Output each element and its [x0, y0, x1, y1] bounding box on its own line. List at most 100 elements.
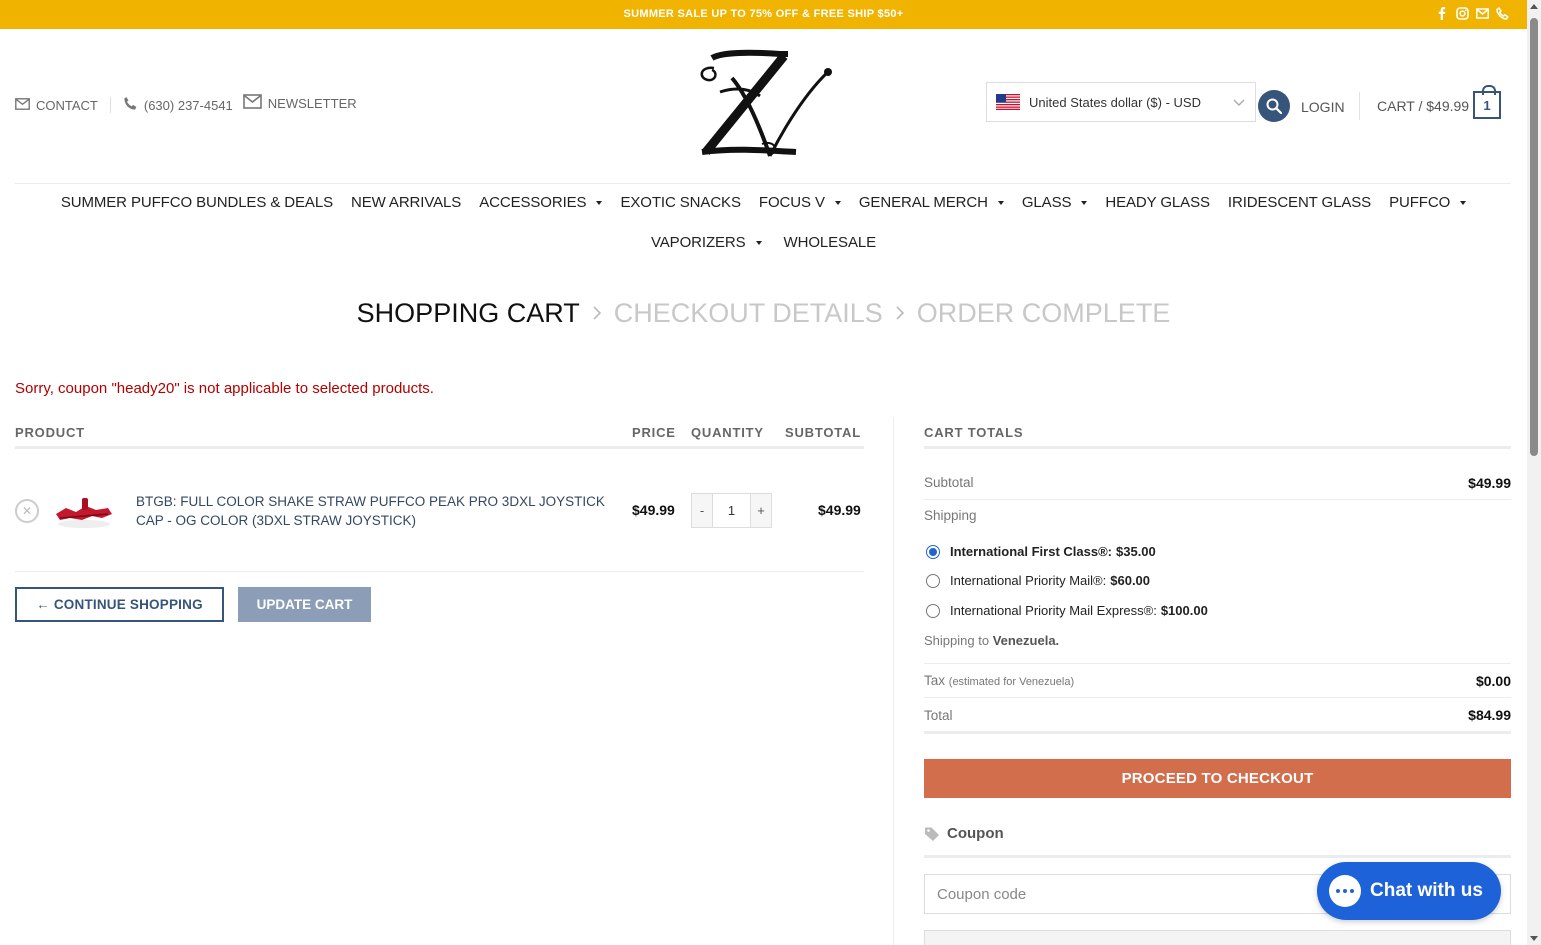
- shipping-option-priority-mail-express[interactable]: International Priority Mail Express®: $1…: [926, 603, 1208, 618]
- nav-item-new-arrivals[interactable]: NEW ARRIVALS: [342, 194, 470, 211]
- main-nav-row-2: VAPORIZERS WHOLESALE: [0, 234, 1527, 251]
- subtotal-label: Subtotal: [924, 475, 974, 490]
- product-thumbnail[interactable]: [52, 490, 116, 534]
- nav-item-focus-v[interactable]: FOCUS V: [750, 194, 850, 211]
- shipping-option-amount: $60.00: [1110, 573, 1151, 588]
- chat-label: Chat with us: [1370, 880, 1483, 901]
- facebook-icon[interactable]: [1435, 6, 1449, 20]
- quantity-increase-button[interactable]: +: [751, 494, 771, 527]
- radio-unselected[interactable]: [926, 603, 940, 618]
- nav-label: HEADY GLASS: [1105, 194, 1210, 211]
- promo-bar: SUMMER SALE UP TO 75% OFF & FREE SHIP $5…: [0, 0, 1527, 29]
- proceed-to-checkout-button[interactable]: PROCEED TO CHECKOUT: [924, 759, 1511, 798]
- site-logo[interactable]: [692, 48, 837, 163]
- apply-coupon-button[interactable]: [924, 930, 1511, 945]
- nav-item-heady-glass[interactable]: HEADY GLASS: [1096, 194, 1219, 211]
- item-subtotal: $49.99: [818, 502, 861, 518]
- nav-item-vaporizers[interactable]: VAPORIZERS: [642, 234, 771, 251]
- step-checkout-details[interactable]: CHECKOUT DETAILS: [614, 298, 883, 329]
- nav-item-glass[interactable]: GLASS: [1013, 194, 1097, 211]
- table-row-divider: [15, 571, 864, 572]
- nav-label: GLASS: [1021, 194, 1072, 211]
- header-divider: [15, 183, 1511, 184]
- nav-label: SUMMER PUFFCO BUNDLES & DEALS: [60, 194, 333, 211]
- search-button[interactable]: [1258, 90, 1290, 122]
- cart-totals-title: CART TOTALS: [924, 425, 1024, 440]
- caret-down-icon: [1460, 200, 1467, 205]
- cart-link[interactable]: CART / $49.99: [1377, 98, 1469, 114]
- shipping-destination: Shipping to Venezuela.: [924, 633, 1059, 648]
- col-header-price: PRICE: [632, 425, 676, 440]
- divider: [924, 731, 1511, 734]
- total-value: $84.99: [1468, 707, 1511, 723]
- subtotal-value: $49.99: [1468, 475, 1511, 491]
- shipping-option-first-class[interactable]: International First Class®: $35.00: [926, 544, 1156, 559]
- col-header-product: PRODUCT: [15, 425, 85, 440]
- email-icon[interactable]: [1475, 6, 1489, 20]
- instagram-icon[interactable]: [1455, 6, 1469, 20]
- header-contact-links: CONTACT (630) 237-4541 NEWSLETTER: [15, 94, 357, 114]
- login-link[interactable]: LOGIN: [1301, 99, 1345, 115]
- divider: [109, 97, 111, 113]
- newsletter-link[interactable]: NEWSLETTER: [242, 94, 357, 112]
- nav-item-accessories[interactable]: ACCESSORIES: [470, 194, 611, 211]
- remove-item-button[interactable]: ✕: [15, 499, 39, 523]
- chat-widget-button[interactable]: Chat with us: [1317, 862, 1501, 920]
- nav-label: VAPORIZERS: [650, 234, 746, 251]
- col-header-subtotal: SUBTOTAL: [785, 425, 861, 440]
- update-cart-button[interactable]: UPDATE CART: [238, 587, 371, 622]
- shipping-option-name: International Priority Mail®:: [950, 573, 1107, 588]
- scroll-down-icon[interactable]: [1530, 936, 1538, 941]
- quantity-input[interactable]: 1: [712, 494, 751, 527]
- caret-down-icon: [596, 200, 603, 205]
- tax-note: (estimated for Venezuela): [948, 676, 1075, 688]
- currency-label: United States dollar ($) - USD: [1029, 94, 1201, 110]
- shipping-option-name: International Priority Mail Express®:: [950, 603, 1157, 618]
- cart-count-badge[interactable]: 1: [1473, 85, 1501, 119]
- chat-bubble-icon: [1329, 875, 1361, 907]
- shipping-option-name: International First Class®:: [950, 544, 1112, 559]
- total-label: Total: [924, 708, 953, 723]
- nav-item-summer-puffco-bundles[interactable]: SUMMER PUFFCO BUNDLES & DEALS: [52, 194, 342, 211]
- nav-label: EXOTIC SNACKS: [620, 194, 741, 211]
- item-price: $49.99: [632, 502, 675, 518]
- radio-selected[interactable]: [926, 544, 940, 559]
- shipping-option-amount: $35.00: [1116, 544, 1156, 559]
- nav-item-puffco[interactable]: PUFFCO: [1380, 194, 1475, 211]
- coupon-heading-label: Coupon: [947, 825, 1004, 842]
- caret-down-icon: [834, 200, 841, 205]
- totals-header-divider: [924, 446, 1511, 449]
- currency-select[interactable]: United States dollar ($) - USD: [986, 82, 1256, 122]
- caret-down-icon: [1081, 200, 1088, 205]
- step-shopping-cart[interactable]: SHOPPING CART: [357, 298, 580, 329]
- close-icon: ✕: [21, 504, 33, 518]
- continue-shopping-button[interactable]: ← CONTINUE SHOPPING: [15, 587, 224, 622]
- nav-label: IRIDESCENT GLASS: [1227, 194, 1372, 211]
- nav-item-general-merch[interactable]: GENERAL MERCH: [850, 194, 1013, 211]
- nav-item-exotic-snacks[interactable]: EXOTIC SNACKS: [611, 194, 749, 211]
- nav-label: ACCESSORIES: [479, 194, 587, 211]
- nav-label: NEW ARRIVALS: [350, 194, 462, 211]
- tax-label-group: Tax (estimated for Venezuela): [924, 673, 1074, 688]
- page-scrollbar[interactable]: [1527, 0, 1541, 945]
- nav-item-iridescent-glass[interactable]: IRIDESCENT GLASS: [1219, 194, 1380, 211]
- quantity-decrease-button[interactable]: -: [692, 494, 712, 527]
- shipping-option-amount: $100.00: [1160, 603, 1208, 618]
- nav-label: FOCUS V: [758, 194, 825, 211]
- radio-unselected[interactable]: [926, 573, 940, 588]
- main-nav-row-1: SUMMER PUFFCO BUNDLES & DEALS NEW ARRIVA…: [0, 194, 1527, 211]
- product-name-link[interactable]: BTGB: Full Color Shake Straw Puffco Peak…: [136, 492, 616, 530]
- chevron-right-icon: [895, 301, 905, 327]
- phone-icon[interactable]: [1495, 6, 1509, 20]
- search-icon: [1266, 98, 1282, 114]
- nav-item-wholesale[interactable]: WHOLESALE: [775, 234, 885, 251]
- scroll-up-icon[interactable]: [1530, 4, 1538, 9]
- envelope-icon: [242, 94, 262, 112]
- phone-link[interactable]: (630) 237-4541: [123, 96, 233, 114]
- contact-link[interactable]: CONTACT: [15, 98, 98, 113]
- phone-icon: [123, 96, 138, 114]
- scrollbar-thumb[interactable]: [1530, 18, 1538, 456]
- shipping-option-priority-mail[interactable]: International Priority Mail®: $60.00: [926, 573, 1150, 588]
- divider: [924, 663, 1511, 664]
- divider: [924, 855, 1511, 858]
